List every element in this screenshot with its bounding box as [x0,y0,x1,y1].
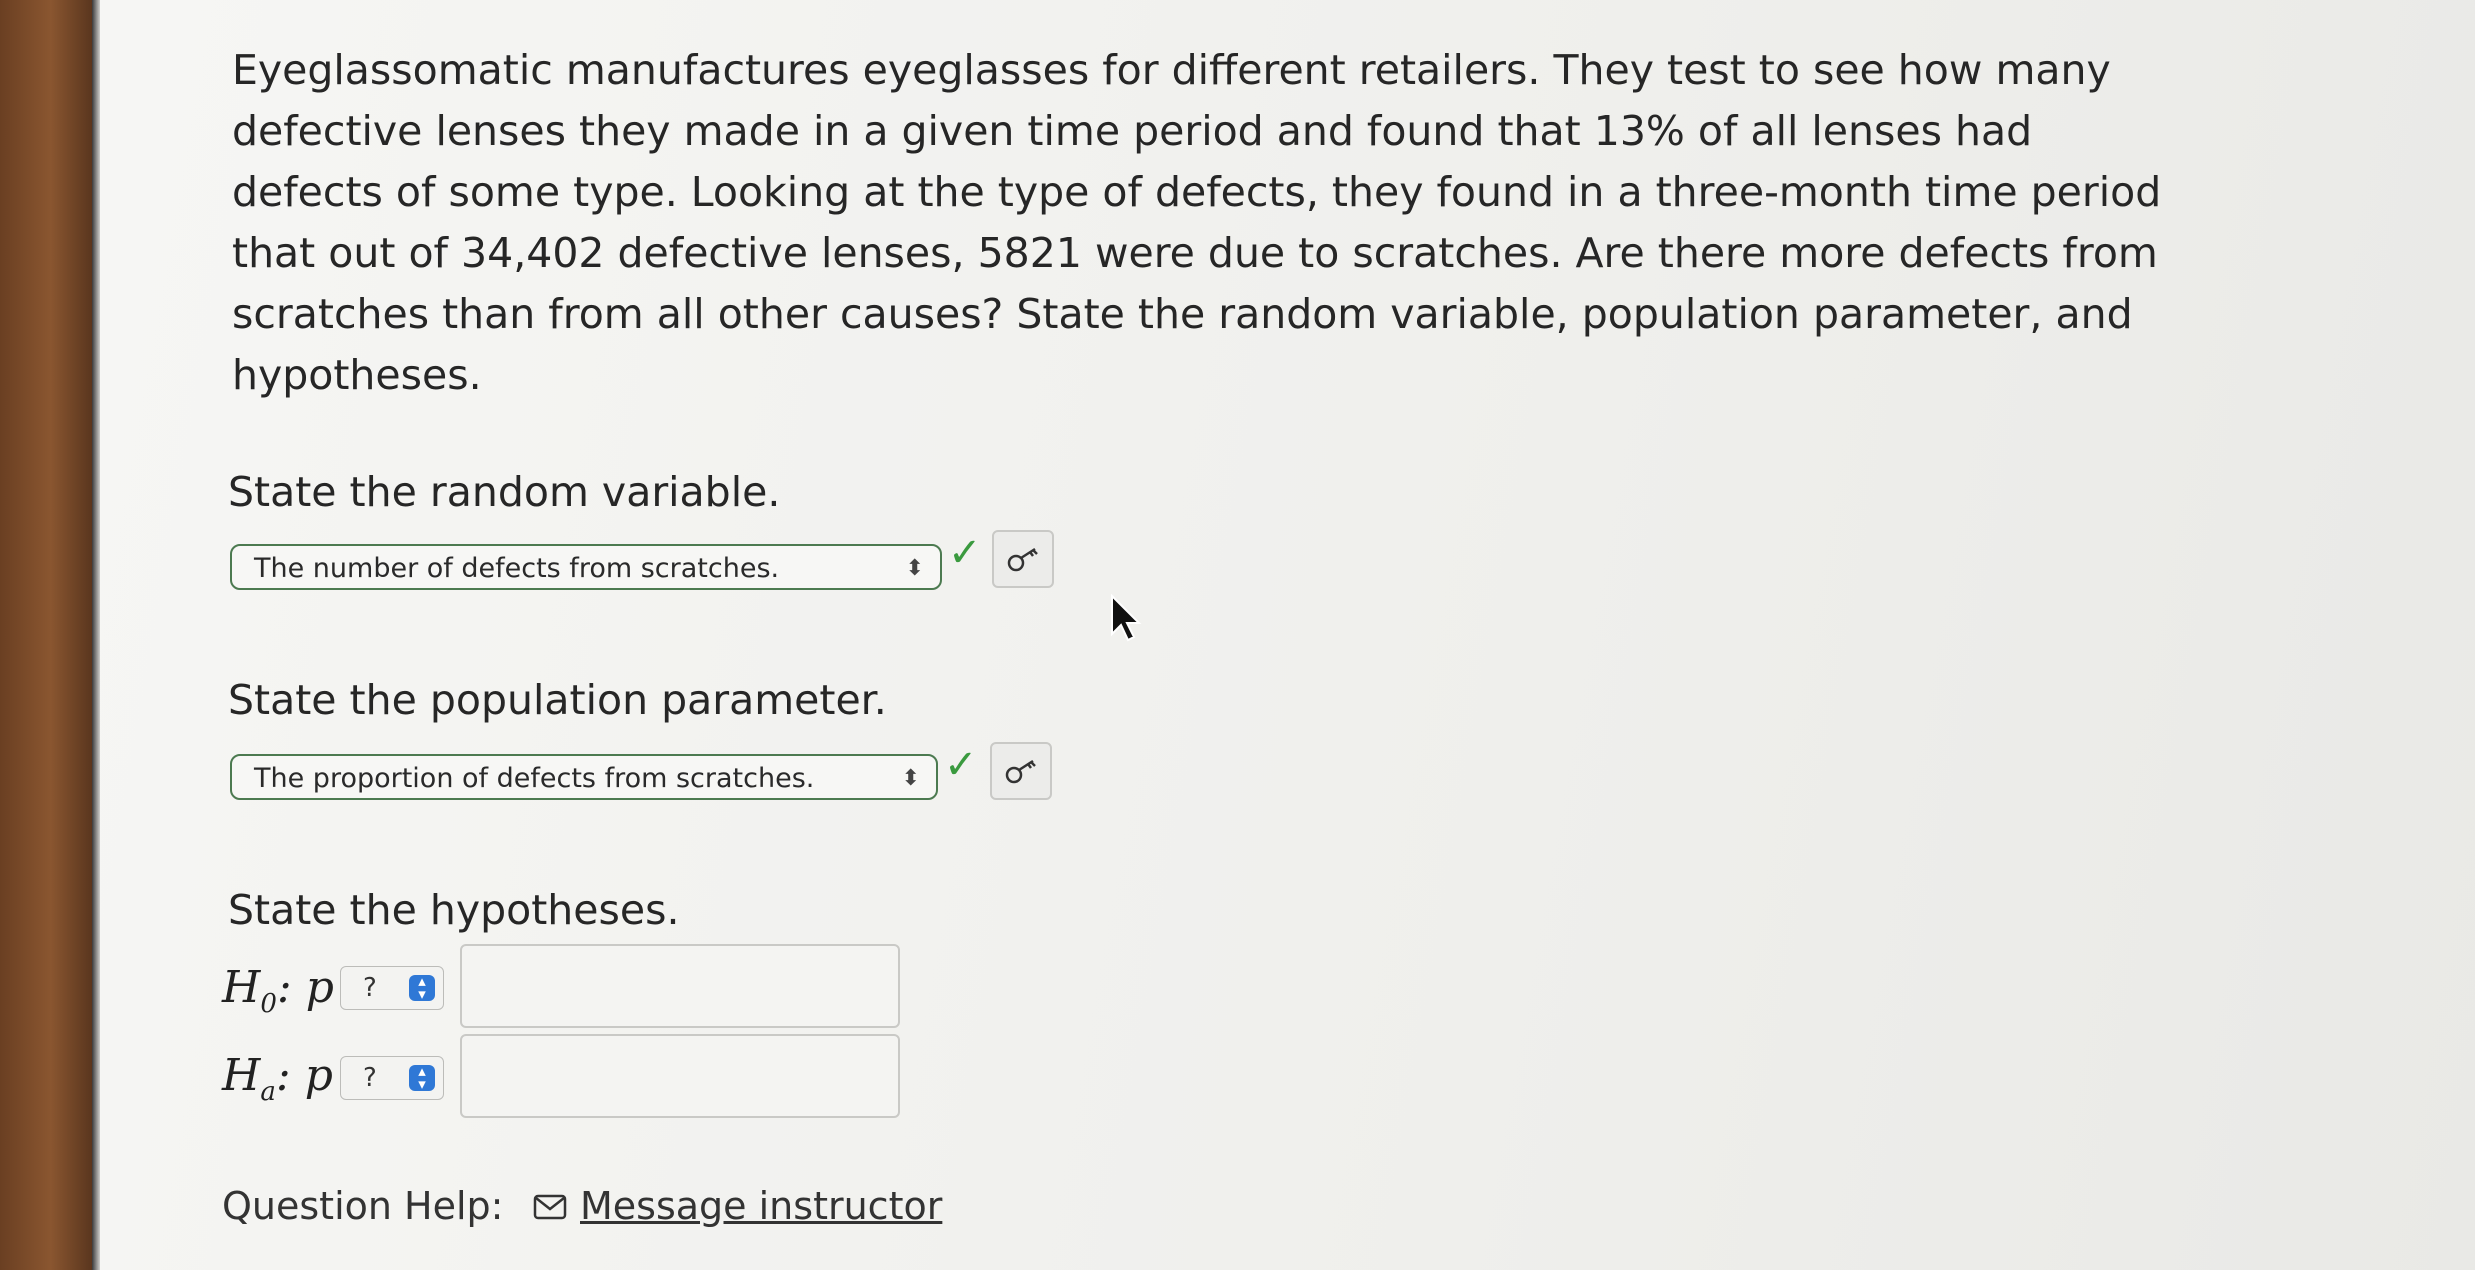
population-parameter-value: The proportion of defects from scratches… [254,763,815,794]
checkmark-icon: ✓ [944,742,978,788]
key-icon [1005,759,1036,784]
null-operator-value: ? [363,973,377,1003]
stepper-icon: ▴ ▾ [409,974,435,1002]
null-operator-select[interactable]: ? ▴ ▾ [340,966,444,1010]
answer-key-button[interactable] [990,742,1052,800]
up-down-arrows-icon: ⬍ [905,556,924,581]
key-icon [1007,547,1038,572]
question-prompt: Eyeglassomatic manufactures eyeglasses f… [232,46,2162,399]
null-value-input[interactable] [460,944,900,1028]
mouse-pointer-icon [1111,594,1142,642]
hypotheses-label: State the hypotheses. [228,886,680,934]
stepper-icon: ▴ ▾ [409,1064,435,1092]
random-variable-select[interactable]: The number of defects from scratches. ⬍ [230,544,942,590]
population-parameter-select[interactable]: The proportion of defects from scratches… [230,754,938,800]
question-help-label: Question Help: [222,1184,504,1228]
alt-value-input[interactable] [460,1034,900,1118]
alt-operator-value: ? [363,1063,377,1093]
null-hypothesis-label: H0: p [222,962,334,1019]
envelope-icon [533,1194,567,1220]
answer-key-button[interactable] [992,530,1054,588]
population-parameter-label: State the population parameter. [228,676,887,724]
monitor-bezel [0,0,92,1270]
message-instructor-link[interactable]: Message instructor [580,1184,942,1228]
alt-operator-select[interactable]: ? ▴ ▾ [340,1056,444,1100]
checkmark-icon: ✓ [948,530,982,576]
random-variable-label: State the random variable. [228,468,781,516]
screen-edge [92,0,100,1270]
random-variable-value: The number of defects from scratches. [254,553,780,584]
alt-hypothesis-label: Ha: p [222,1050,333,1107]
up-down-arrows-icon: ⬍ [901,766,920,791]
